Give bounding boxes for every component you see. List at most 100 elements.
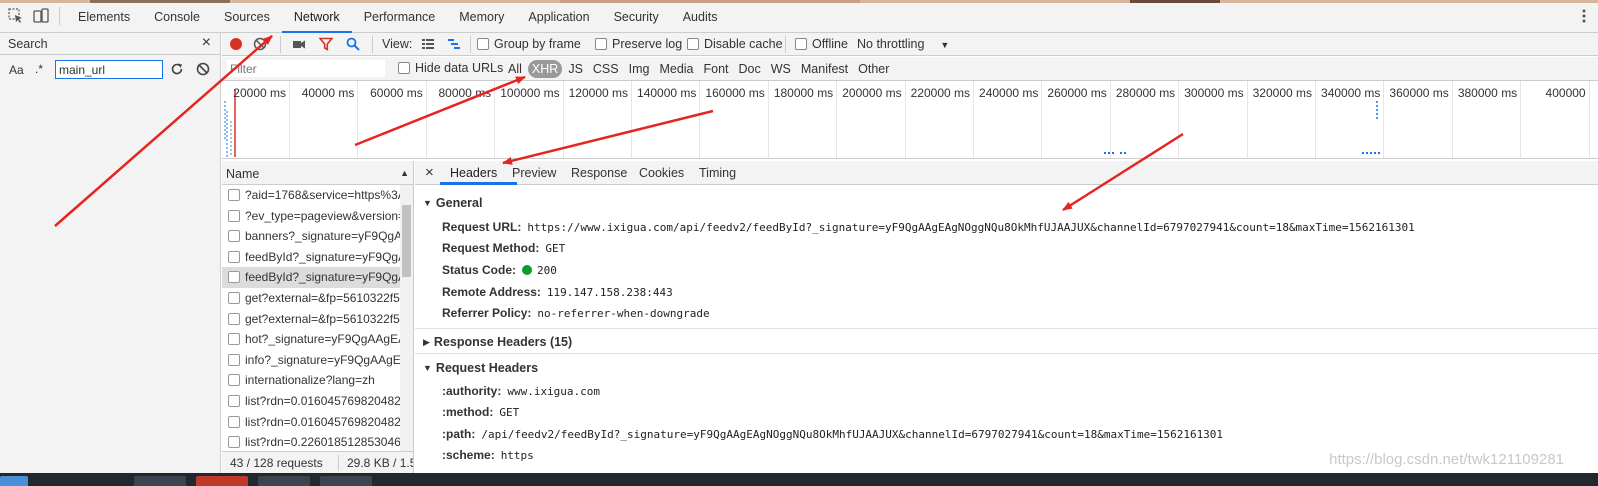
request-row[interactable]: ?aid=1768&service=https%3A xyxy=(222,185,413,206)
os-taskbar xyxy=(0,473,1598,486)
path-header-row: :path:/api/feedv2/feedById?_signature=yF… xyxy=(442,427,1224,441)
document-icon xyxy=(228,291,240,304)
method-header-row: :method: GET xyxy=(442,405,520,419)
network-overview-timeline[interactable]: 20000 ms 40000 ms 60000 ms 80000 ms 100000 m… xyxy=(222,81,1598,159)
request-row[interactable]: list?rdn=0.0160457698204825 xyxy=(222,412,413,433)
filter-type-all[interactable]: All xyxy=(504,60,526,78)
refresh-icon[interactable] xyxy=(170,62,184,76)
regex-toggle[interactable]: .* xyxy=(35,62,43,76)
general-section-header[interactable]: ▼ General xyxy=(423,196,482,210)
tab-preview[interactable]: Preview xyxy=(512,166,556,180)
filter-input[interactable] xyxy=(227,60,385,77)
status-ok-icon xyxy=(522,265,533,275)
timeline-tick-label: 260000 ms xyxy=(1047,86,1107,100)
request-row[interactable]: list?rdn=0.2260185128530463 xyxy=(222,432,413,451)
active-tab-indicator xyxy=(440,182,517,185)
request-row[interactable]: hot?_signature=yF9QgAAgEA. xyxy=(222,329,413,350)
clear-icon[interactable] xyxy=(196,62,210,76)
request-row[interactable]: banners?_signature=yF9QgAA xyxy=(222,226,413,247)
filter-type-manifest[interactable]: Manifest xyxy=(797,60,852,78)
filter-type-css[interactable]: CSS xyxy=(589,60,623,78)
throttling-select[interactable]: No throttling ▼ xyxy=(857,37,949,51)
devtools-tab-bar: Elements Console Sources Network Performance… xyxy=(0,0,1598,33)
panel-tabs: Elements Console Sources Network Performance… xyxy=(66,3,729,33)
document-icon xyxy=(228,394,240,407)
scheme-header-row: :scheme: https xyxy=(442,448,534,462)
request-name: list?rdn=0.0160457698204825 xyxy=(245,393,408,408)
request-row[interactable]: list?rdn=0.0160457698204825 xyxy=(222,391,413,412)
request-row[interactable]: feedById?_signature=yF9QgA. xyxy=(222,267,413,288)
document-icon xyxy=(228,271,240,284)
request-row[interactable]: feedById?_signature=yF9QgA. xyxy=(222,247,413,268)
filter-type-font[interactable]: Font xyxy=(700,60,733,78)
request-detail-pane: × Headers Preview Response Cookies Timin… xyxy=(415,161,1598,473)
filter-type-media[interactable]: Media xyxy=(655,60,697,78)
response-headers-header[interactable]: ▶ Response Headers (15) xyxy=(423,335,572,349)
tab-elements[interactable]: Elements xyxy=(66,3,142,33)
request-row[interactable]: get?external=&fp=5610322f5. xyxy=(222,309,413,330)
timeline-tick-label: 160000 ms xyxy=(705,86,765,100)
timeline-tick-label: 100000 ms xyxy=(500,86,560,100)
preserve-log-checkbox[interactable]: Preserve log xyxy=(595,37,682,51)
capture-screenshots-icon[interactable] xyxy=(292,37,306,51)
search-input[interactable] xyxy=(55,60,163,79)
close-icon[interactable]: × xyxy=(202,35,211,51)
search-row: Aa .* xyxy=(0,55,220,83)
group-by-frame-checkbox[interactable]: Group by frame xyxy=(477,37,581,51)
tab-application[interactable]: Application xyxy=(516,3,601,33)
hide-data-urls-checkbox[interactable]: Hide data URLs xyxy=(398,61,503,75)
request-row[interactable]: info?_signature=yF9QgAAgEA xyxy=(222,350,413,371)
clear-log-icon[interactable] xyxy=(253,37,267,51)
filter-type-xhr[interactable]: XHR xyxy=(527,60,563,78)
expanded-triangle-icon: ▼ xyxy=(423,198,432,208)
taskbar-app[interactable] xyxy=(196,476,248,486)
request-name: get?external=&fp=5610322f5. xyxy=(245,311,404,326)
tab-security[interactable]: Security xyxy=(602,3,671,33)
taskbar-app[interactable] xyxy=(258,476,310,486)
request-name: feedById?_signature=yF9QgA. xyxy=(245,270,410,285)
transferred-size: 29.8 KB / 1.5 M xyxy=(338,455,413,471)
device-toolbar-icon[interactable] xyxy=(33,8,49,24)
document-icon xyxy=(228,374,240,387)
filter-type-js[interactable]: JS xyxy=(564,60,587,78)
taskbar-app[interactable] xyxy=(320,476,372,486)
filter-type-img[interactable]: Img xyxy=(625,60,654,78)
tab-performance[interactable]: Performance xyxy=(352,3,448,33)
close-icon[interactable]: × xyxy=(425,164,434,181)
match-case-toggle[interactable]: Aa xyxy=(9,63,24,77)
tab-audits[interactable]: Audits xyxy=(671,3,730,33)
status-code-row: Status Code: 200 xyxy=(442,263,557,277)
filter-type-doc[interactable]: Doc xyxy=(735,60,765,78)
large-rows-icon[interactable] xyxy=(421,37,435,51)
offline-checkbox[interactable]: Offline xyxy=(795,37,848,51)
timeline-tick-label: 180000 ms xyxy=(773,86,834,100)
waterfall-overview-icon[interactable] xyxy=(447,37,461,51)
name-column-header[interactable]: Name ▲ xyxy=(222,161,413,185)
tab-network[interactable]: Network xyxy=(281,3,352,33)
filter-icon[interactable] xyxy=(319,37,333,51)
disable-cache-checkbox[interactable]: Disable cache xyxy=(687,37,783,51)
timeline-tick-label: 240000 ms xyxy=(979,86,1039,100)
request-row[interactable]: internationalize?lang=zh xyxy=(222,370,413,391)
request-row[interactable]: get?external=&fp=5610322f5. xyxy=(222,288,413,309)
tab-sources[interactable]: Sources xyxy=(212,3,282,33)
filter-type-other[interactable]: Other xyxy=(854,60,893,78)
tab-console[interactable]: Console xyxy=(142,3,212,33)
start-button[interactable] xyxy=(0,476,28,486)
tab-cookies[interactable]: Cookies xyxy=(639,166,684,180)
tab-headers[interactable]: Headers xyxy=(450,166,497,180)
request-list-scrollbar[interactable] xyxy=(400,185,413,451)
record-icon[interactable] xyxy=(229,37,243,51)
kebab-menu-icon[interactable] xyxy=(1576,8,1592,24)
request-name: feedById?_signature=yF9QgA. xyxy=(245,249,410,264)
tab-timing[interactable]: Timing xyxy=(699,166,736,180)
taskbar-app[interactable] xyxy=(134,476,186,486)
search-icon[interactable] xyxy=(346,37,360,51)
document-icon xyxy=(228,209,240,222)
cursor-select-icon[interactable] xyxy=(8,8,24,24)
filter-type-ws[interactable]: WS xyxy=(767,60,795,78)
tab-memory[interactable]: Memory xyxy=(447,3,516,33)
request-headers-header[interactable]: ▼ Request Headers xyxy=(423,361,538,375)
tab-response[interactable]: Response xyxy=(571,166,627,180)
request-row[interactable]: ?ev_type=pageview&version= xyxy=(222,206,413,227)
